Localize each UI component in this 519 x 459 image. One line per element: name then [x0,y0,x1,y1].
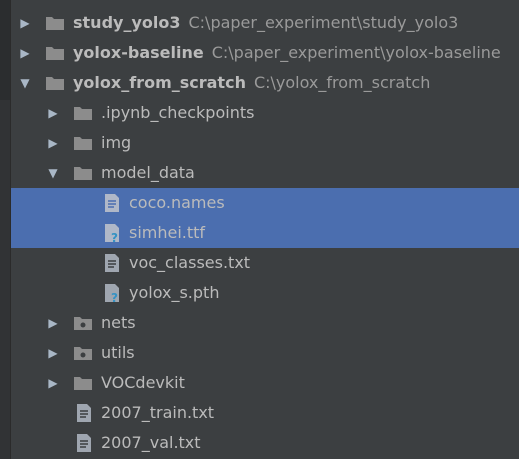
svg-text:?: ? [111,231,118,243]
tree-item-voc-classes-txt[interactable]: voc_classes.txt [11,248,519,278]
tree-item-path: C:\yolox_from_scratch [253,73,431,92]
text-file-icon [105,194,119,212]
tree-item-label: img [101,133,132,152]
chevron-right-icon[interactable]: ▶ [17,38,33,68]
tree-item-img[interactable]: ▶ img [11,128,519,158]
tree-item-label: nets [101,313,136,332]
tool-window-strip [0,0,11,459]
tree-item-label: yolox_s.pth [129,283,220,302]
tree-item-2007-train-txt[interactable]: 2007_train.txt [11,398,519,428]
folder-icon [46,77,64,90]
tree-item-study-yolo3[interactable]: ▶ study_yolo3 C:\paper_experiment\study_y… [11,8,519,38]
text-file-icon [77,404,91,422]
tree-item-label: study_yolo3 [73,13,181,32]
chevron-right-icon[interactable]: ▶ [45,128,61,158]
tree-item-yolox-baseline[interactable]: ▶ yolox-baseline C:\paper_experiment\yolo… [11,38,519,68]
tree-item-label: utils [101,343,135,362]
folder-icon [74,107,92,120]
text-file-icon [77,434,91,452]
tree-item-label: 2007_train.txt [101,403,215,422]
tree-item-label: model_data [101,163,195,182]
tree-item-label: 2007_val.txt [101,433,201,452]
tree-item-path: C:\paper_experiment\yolox-baseline [211,43,501,62]
tree-item-label: yolox_from_scratch [73,73,246,92]
chevron-right-icon[interactable]: ▶ [45,338,61,368]
tree-item-yolox-from-scratch[interactable]: ▼ yolox_from_scratch C:\yolox_from_scratc… [11,68,519,98]
chevron-down-icon[interactable]: ▼ [45,158,61,188]
chevron-right-icon[interactable]: ▶ [17,8,33,38]
folder-icon [46,17,64,30]
tree-item-label: yolox-baseline [73,43,204,62]
tree-item-yolox-s-pth[interactable]: ? yolox_s.pth [11,278,519,308]
text-file-icon [105,254,119,272]
chevron-right-icon[interactable]: ▶ [45,308,61,338]
tree-item-2007-val-txt[interactable]: 2007_val.txt [11,428,519,458]
tree-item-label: .ipynb_checkpoints [101,103,255,122]
tree-item-simhei-ttf[interactable]: ? simhei.ttf [11,218,519,248]
svg-text:?: ? [111,291,118,303]
package-folder-icon [74,317,92,330]
chevron-down-icon[interactable]: ▼ [17,68,33,98]
tree-item-label: coco.names [129,193,225,212]
tree-item-nets[interactable]: ▶ nets [11,308,519,338]
unknown-file-icon: ? [105,284,119,303]
folder-icon [74,167,92,180]
folder-icon [74,137,92,150]
tree-item-coco-names[interactable]: coco.names [11,188,519,218]
tree-item-label: simhei.ttf [129,223,206,242]
tree-item-utils[interactable]: ▶ utils [11,338,519,368]
tree-item-vocdevkit[interactable]: ▶ VOCdevkit [11,368,519,398]
folder-icon [46,47,64,60]
chevron-right-icon[interactable]: ▶ [45,368,61,398]
project-tree: ▶ study_yolo3 C:\paper_experiment\study_y… [11,8,519,458]
chevron-right-icon[interactable]: ▶ [45,98,61,128]
unknown-file-icon: ? [105,224,119,243]
tree-item-path: C:\paper_experiment\study_yolo3 [188,13,459,32]
tree-item-label: voc_classes.txt [129,253,251,272]
package-folder-icon [74,347,92,360]
tree-item-model-data[interactable]: ▼ model_data [11,158,519,188]
folder-icon [74,377,92,390]
project-tool-tab[interactable] [0,0,10,100]
tree-item-ipynb-checkpoints[interactable]: ▶ .ipynb_checkpoints [11,98,519,128]
tree-item-label: VOCdevkit [101,373,185,392]
